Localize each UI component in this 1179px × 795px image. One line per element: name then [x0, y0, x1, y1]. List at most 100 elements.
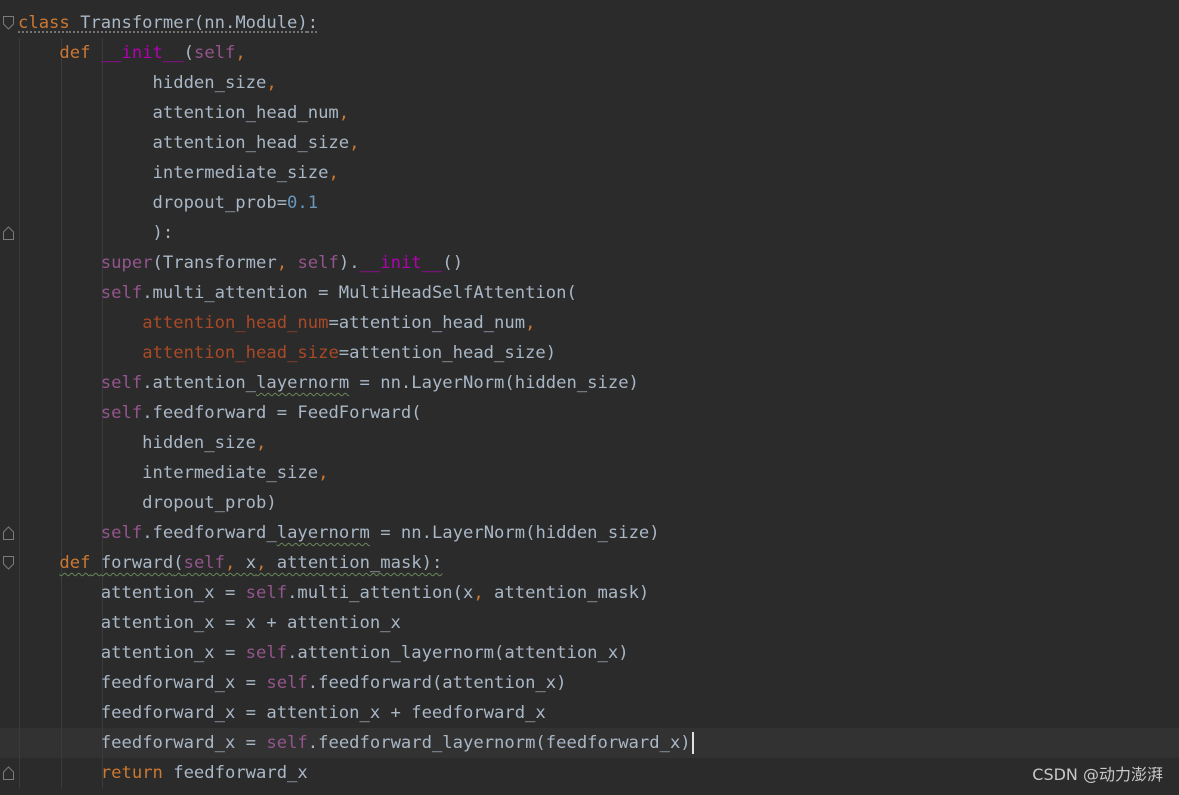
code-line[interactable]: attention_x = self.multi_attention(x, at…: [0, 578, 1179, 608]
code-token: (: [173, 553, 184, 573]
code-line[interactable]: self.feedforward_layernorm = nn.LayerNor…: [0, 518, 1179, 548]
code-line[interactable]: intermediate_size,: [0, 458, 1179, 488]
code-token: hidden_size: [18, 73, 267, 93]
code-token: feedforward_x =: [100, 733, 267, 753]
code-area[interactable]: class Transformer(nn.Module): def __init…: [0, 8, 1179, 788]
fold-open-icon[interactable]: [3, 16, 14, 30]
code-token: = nn.LayerNorm(hidden_size): [349, 373, 639, 393]
code-line[interactable]: dropout_prob=0.1: [0, 188, 1179, 218]
code-line[interactable]: attention_head_num=attention_head_num,: [0, 308, 1179, 338]
code-token: .attention_layernorm(attention_x): [287, 643, 629, 663]
code-token: ,: [328, 163, 339, 183]
code-token: forward: [100, 553, 174, 573]
code-token: ,: [256, 433, 267, 453]
code-line[interactable]: return feedforward_x: [0, 758, 1179, 788]
code-line[interactable]: attention_head_size,: [0, 128, 1179, 158]
code-line[interactable]: class Transformer(nn.Module):: [0, 8, 1179, 38]
code-text: feedforward_x = attention_x + feedforwar…: [18, 698, 546, 728]
code-token: ,: [266, 73, 277, 93]
code-text: return feedforward_x: [18, 758, 308, 788]
code-text: hidden_size,: [18, 428, 266, 458]
code-line[interactable]: def forward(self, x, attention_mask):: [0, 548, 1179, 578]
code-token: feedforward_x: [173, 763, 308, 783]
code-line[interactable]: feedforward_x = attention_x + feedforwar…: [0, 698, 1179, 728]
code-text: intermediate_size,: [18, 458, 328, 488]
code-token: ,: [225, 553, 246, 573]
code-line[interactable]: feedforward_x = self.feedforward(attenti…: [0, 668, 1179, 698]
code-token: ,: [235, 43, 246, 63]
code-line[interactable]: dropout_prob): [0, 488, 1179, 518]
code-token: = nn.LayerNorm(hidden_size): [369, 523, 660, 543]
code-line[interactable]: self.attention_layernorm = nn.LayerNorm(…: [0, 368, 1179, 398]
code-token: attention_mask): [494, 583, 650, 603]
code-line[interactable]: def __init__(self,: [0, 38, 1179, 68]
code-token: =attention_head_num: [328, 313, 526, 333]
code-line[interactable]: attention_x = x + attention_x: [0, 608, 1179, 638]
code-text: attention_head_num,: [18, 98, 350, 128]
code-line[interactable]: self.feedforward = FeedForward(: [0, 398, 1179, 428]
code-line[interactable]: self.multi_attention = MultiHeadSelfAtte…: [0, 278, 1179, 308]
code-token: attention_x = x + attention_x: [100, 613, 401, 633]
code-token: ,: [256, 553, 277, 573]
fold-close-icon[interactable]: [3, 226, 14, 240]
code-token: self: [266, 733, 308, 753]
fold-close-icon[interactable]: [3, 526, 14, 540]
code-token: .feedforward_: [142, 523, 277, 543]
code-token: attention_head_size: [142, 343, 339, 363]
code-token: 0.1: [287, 193, 319, 213]
code-token: self: [100, 373, 143, 393]
code-token: .attention_: [142, 373, 257, 393]
code-text: intermediate_size,: [18, 158, 339, 188]
code-text: attention_head_size=attention_head_size): [18, 338, 556, 368]
code-token: def: [59, 43, 101, 63]
code-line[interactable]: feedforward_x = self.feedforward_layerno…: [0, 728, 1179, 758]
code-token: (Transformer: [152, 253, 277, 273]
watermark: CSDN @动力澎湃: [1032, 765, 1163, 784]
code-text: def forward(self, x, attention_mask):: [18, 548, 442, 578]
code-token: ).: [338, 253, 360, 273]
code-text: def __init__(self,: [18, 38, 246, 68]
code-token: attention_head_num: [18, 103, 339, 123]
code-line[interactable]: attention_head_num,: [0, 98, 1179, 128]
code-token: =attention_head_size): [338, 343, 557, 363]
code-text: attention_head_size,: [18, 128, 360, 158]
fold-close-icon[interactable]: [3, 766, 14, 780]
code-token: self: [100, 523, 143, 543]
code-line[interactable]: attention_x = self.attention_layernorm(a…: [0, 638, 1179, 668]
code-token: (): [442, 253, 464, 273]
code-token: self: [193, 43, 236, 63]
code-token: attention_head_num: [142, 313, 329, 333]
code-token: ,: [525, 313, 536, 333]
code-token: self: [266, 673, 308, 693]
code-text: attention_x = x + attention_x: [18, 608, 401, 638]
code-line[interactable]: hidden_size,: [0, 68, 1179, 98]
code-line[interactable]: ):: [0, 218, 1179, 248]
code-token: feedforward_x = attention_x + feedforwar…: [100, 703, 546, 723]
code-text: self.feedforward_layernorm = nn.LayerNor…: [18, 518, 660, 548]
code-text: attention_x = self.attention_layernorm(a…: [18, 638, 629, 668]
code-token: self: [100, 403, 143, 423]
code-text: feedforward_x = self.feedforward_layerno…: [18, 728, 694, 758]
code-line[interactable]: intermediate_size,: [0, 158, 1179, 188]
code-token: (: [183, 43, 194, 63]
code-line[interactable]: super(Transformer, self).__init__(): [0, 248, 1179, 278]
code-token: __init__: [100, 43, 184, 63]
code-token: :: [307, 13, 319, 33]
code-text: self.feedforward = FeedForward(: [18, 398, 422, 428]
code-text: dropout_prob): [18, 488, 277, 518]
code-line[interactable]: hidden_size,: [0, 428, 1179, 458]
fold-open-icon[interactable]: [3, 556, 14, 570]
code-token: class: [18, 13, 70, 33]
code-token: hidden_size: [18, 433, 256, 453]
code-token: intermediate_size: [18, 463, 319, 483]
code-line[interactable]: attention_head_size=attention_head_size): [0, 338, 1179, 368]
code-token: __init__: [359, 253, 443, 273]
code-token: .multi_attention = MultiHeadSelfAttentio…: [142, 283, 577, 303]
code-token: attention_x =: [100, 643, 246, 663]
code-text: hidden_size,: [18, 68, 277, 98]
code-token: self: [245, 643, 288, 663]
code-text: attention_head_num=attention_head_num,: [18, 308, 535, 338]
code-editor[interactable]: class Transformer(nn.Module): def __init…: [0, 0, 1179, 795]
code-token: intermediate_size: [18, 163, 329, 183]
